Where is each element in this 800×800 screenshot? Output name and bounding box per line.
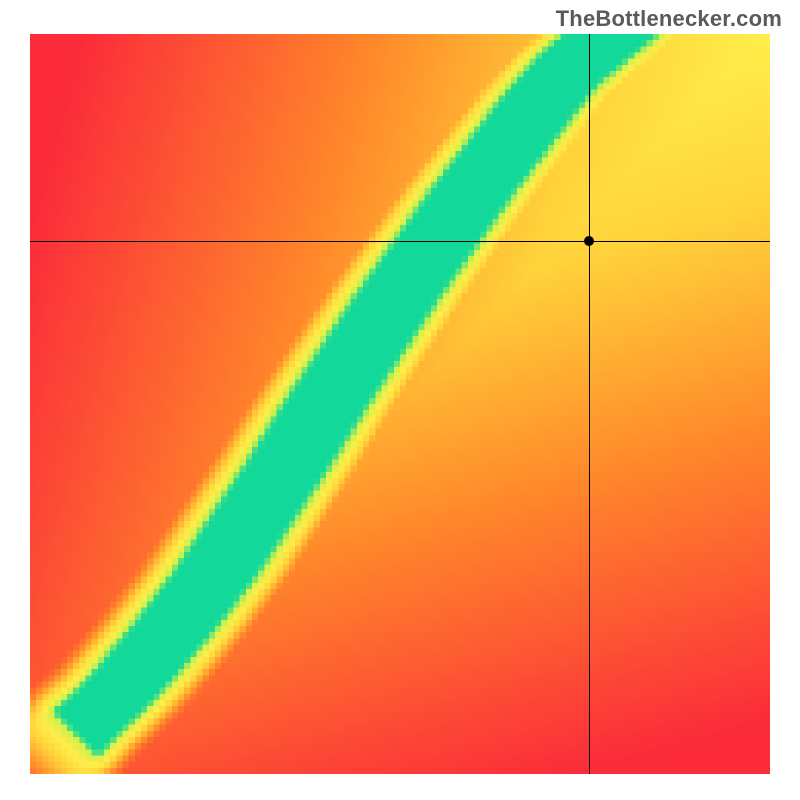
selected-point-marker <box>584 236 594 246</box>
crosshair-vertical <box>589 34 590 774</box>
watermark-text: TheBottlenecker.com <box>556 6 782 32</box>
crosshair-horizontal <box>30 241 770 242</box>
heatmap-canvas <box>30 34 770 774</box>
chart-container: TheBottlenecker.com <box>0 0 800 800</box>
